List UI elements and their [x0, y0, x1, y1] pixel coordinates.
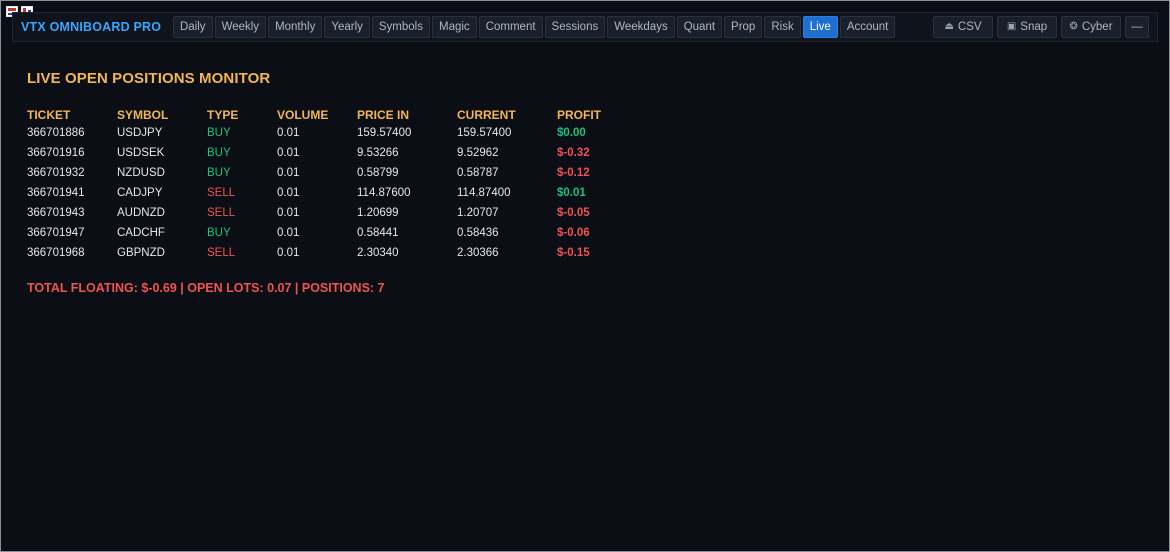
cell-ticket: 366701968: [27, 247, 85, 259]
csv-button[interactable]: ⏏ CSV: [933, 16, 993, 38]
cell-current: 1.20707: [457, 207, 499, 219]
header-type[interactable]: TYPE: [207, 107, 277, 123]
tool-buttons: ⏏ CSV ▣ Snap ❂ Cyber —: [933, 16, 1157, 38]
cell-profit: $-0.32: [557, 147, 590, 159]
cell-type: SELL: [207, 187, 236, 199]
cell-price-in: 0.58799: [357, 167, 399, 179]
cell-ticket: 366701886: [27, 127, 85, 139]
cell-current: 114.87400: [457, 187, 511, 199]
cell-type: BUY: [207, 147, 231, 159]
top-toolbar: VTX OMNIBOARD PRO Daily Weekly Monthly Year…: [12, 12, 1158, 42]
tab-monthly[interactable]: Monthly: [268, 16, 323, 38]
cell-price-in: 0.58441: [357, 227, 399, 239]
minimize-button[interactable]: —: [1125, 16, 1149, 38]
cell-symbol: CADCHF: [117, 227, 165, 239]
header-profit[interactable]: PROFIT: [557, 107, 637, 123]
cell-type: BUY: [207, 167, 231, 179]
cell-current: 2.30366: [457, 247, 499, 259]
cell-symbol: USDJPY: [117, 127, 163, 139]
cell-volume: 0.01: [277, 207, 300, 219]
cell-type: BUY: [207, 227, 231, 239]
cell-price-in: 9.53266: [357, 147, 399, 159]
tab-quant[interactable]: Quant: [676, 16, 723, 38]
cell-price-in: 114.87600: [357, 187, 411, 199]
table-row[interactable]: 366701916 USDSEK BUY 0.01 9.53266 9.52962 $-0.…: [27, 143, 637, 163]
cyber-theme-button[interactable]: ❂ Cyber: [1061, 16, 1121, 38]
cell-price-in: 159.57400: [357, 127, 412, 139]
cell-ticket: 366701916: [27, 147, 85, 159]
cell-current: 159.57400: [457, 127, 512, 139]
snap-button[interactable]: ▣ Snap: [997, 16, 1057, 38]
cell-volume: 0.01: [277, 187, 300, 199]
camera-icon: ▣: [1006, 21, 1017, 32]
panel-title: LIVE OPEN POSITIONS MONITOR: [27, 70, 271, 87]
cell-symbol: USDSEK: [117, 147, 165, 159]
cell-symbol: AUDNZD: [117, 207, 165, 219]
cell-profit: $0.01: [557, 187, 586, 199]
header-ticket[interactable]: TICKET: [27, 107, 117, 123]
tab-live[interactable]: Live: [802, 16, 838, 38]
header-volume[interactable]: VOLUME: [277, 107, 357, 123]
floating-summary: TOTAL FLOATING: $-0.69 | OPEN LOTS: 0.07…: [27, 281, 385, 295]
positions-table: TICKET SYMBOL TYPE VOLUME PRICE IN CURRE…: [27, 107, 637, 263]
export-icon: ⏏: [944, 21, 954, 32]
cell-symbol: NZDUSD: [117, 167, 165, 179]
cell-price-in: 2.30340: [357, 247, 399, 259]
cell-volume: 0.01: [277, 147, 300, 159]
cell-symbol: CADJPY: [117, 187, 163, 199]
cell-type: SELL: [207, 247, 236, 259]
cell-current: 0.58787: [457, 167, 499, 179]
cell-ticket: 366701947: [27, 227, 85, 239]
cell-profit: $-0.05: [557, 207, 590, 219]
cyber-label: Cyber: [1081, 21, 1113, 33]
cell-symbol: GBPNZD: [117, 247, 165, 259]
tab-account[interactable]: Account: [839, 16, 896, 38]
cell-type: BUY: [207, 127, 231, 139]
tab-bar: Daily Weekly Monthly Yearly Symbols Magic Comm…: [173, 16, 896, 38]
tab-comment[interactable]: Comment: [478, 16, 543, 38]
cell-profit: $0.00: [557, 127, 586, 139]
cell-profit: $-0.15: [557, 247, 590, 259]
tab-prop[interactable]: Prop: [724, 16, 763, 38]
cell-ticket: 366701941: [27, 187, 85, 199]
header-current[interactable]: CURRENT: [457, 107, 557, 123]
tab-magic[interactable]: Magic: [432, 16, 477, 38]
cell-price-in: 1.20699: [357, 207, 399, 219]
palette-icon: ❂: [1069, 21, 1078, 32]
table-row[interactable]: 366701886 USDJPY BUY 0.01 159.57400 159.57400…: [27, 123, 637, 143]
live-positions-panel: LIVE OPEN POSITIONS MONITOR TICKET SYMBO…: [27, 70, 637, 295]
tab-yearly[interactable]: Yearly: [324, 16, 370, 38]
cell-volume: 0.01: [277, 167, 300, 179]
cell-current: 0.58436: [457, 227, 499, 239]
table-row[interactable]: 366701941 CADJPY SELL 0.01 114.87600 114.8740…: [27, 183, 637, 203]
header-price-in[interactable]: PRICE IN: [357, 107, 457, 123]
snap-label: Snap: [1020, 21, 1048, 33]
cell-ticket: 366701943: [27, 207, 85, 219]
csv-label: CSV: [957, 21, 982, 33]
app-title: VTX OMNIBOARD PRO: [21, 20, 162, 34]
tab-daily[interactable]: Daily: [173, 16, 213, 38]
cell-current: 9.52962: [457, 147, 499, 159]
cell-profit: $-0.12: [557, 167, 590, 179]
table-row[interactable]: 366701932 NZDUSD BUY 0.01 0.58799 0.58787 $-0.…: [27, 163, 637, 183]
cell-volume: 0.01: [277, 247, 300, 259]
header-symbol[interactable]: SYMBOL: [117, 107, 207, 123]
cell-ticket: 366701932: [27, 167, 85, 179]
cell-volume: 0.01: [277, 227, 300, 239]
table-row[interactable]: 366701943 AUDNZD SELL 0.01 1.20699 1.20707 $-0…: [27, 203, 637, 223]
cell-volume: 0.01: [277, 127, 300, 139]
tab-weekdays[interactable]: Weekdays: [607, 16, 675, 38]
minimize-icon: —: [1131, 21, 1143, 33]
tab-symbols[interactable]: Symbols: [371, 16, 430, 38]
cell-profit: $-0.06: [557, 227, 590, 239]
tab-risk[interactable]: Risk: [764, 16, 801, 38]
tab-sessions[interactable]: Sessions: [544, 16, 606, 38]
table-header-row: TICKET SYMBOL TYPE VOLUME PRICE IN CURRE…: [27, 107, 637, 123]
cell-type: SELL: [207, 207, 236, 219]
tab-weekly[interactable]: Weekly: [214, 16, 267, 38]
table-row[interactable]: 366701947 CADCHF BUY 0.01 0.58441 0.58436 $-0.…: [27, 223, 637, 243]
table-row[interactable]: 366701968 GBPNZD SELL 0.01 2.30340 2.30366 $-0…: [27, 243, 637, 263]
